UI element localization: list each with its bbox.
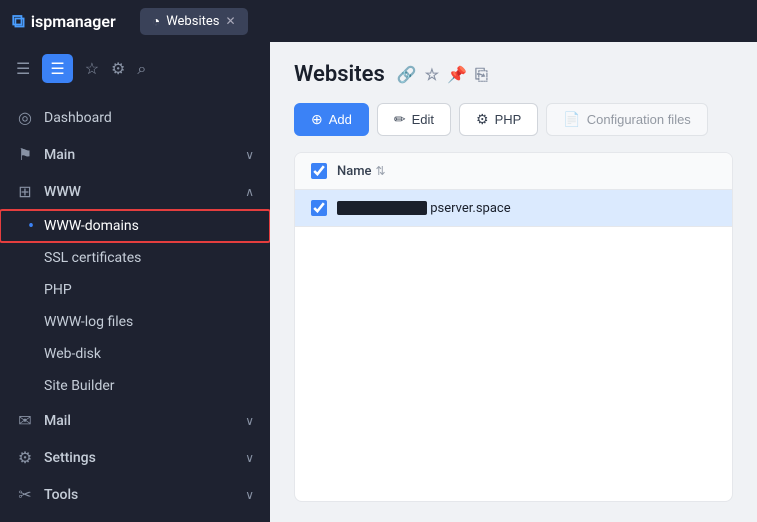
tab-icon: ◔ [152, 13, 160, 30]
link-icon[interactable]: 🔗 [397, 65, 417, 84]
hamburger-icon[interactable]: ☰ [16, 59, 30, 78]
sidebar-item-statistics[interactable]: 📊 Statistics ∨ [0, 513, 270, 522]
sidebar-item-main[interactable]: ⚑ Main ∨ [0, 136, 270, 173]
sidebar-item-label: Tools [44, 487, 235, 503]
dashboard-icon: ◎ [16, 108, 34, 127]
redacted-block [337, 201, 427, 215]
pin-icon[interactable]: 📌 [447, 65, 467, 84]
tab-label: Websites [166, 14, 219, 29]
main-icon: ⚑ [16, 145, 34, 164]
table-container: Name ⇅ pserver.space [294, 152, 733, 502]
table-header: Name ⇅ [295, 153, 732, 190]
sidebar-item-www-domains[interactable]: WWW-domains [0, 210, 270, 242]
row-checkbox[interactable] [311, 200, 327, 216]
page-title: Websites 🔗 ☆ 📌 ⎘ [294, 62, 733, 87]
sidebar-item-label: WWW-log files [44, 314, 133, 330]
chevron-down-icon: ∨ [245, 414, 254, 428]
tab-close-icon[interactable]: ✕ [225, 14, 235, 28]
tools-icon: ✂ [16, 485, 34, 504]
edit-label: Edit [412, 112, 434, 127]
sidebar-item-label: PHP [44, 282, 72, 298]
sidebar-item-tools[interactable]: ✂ Tools ∨ [0, 476, 270, 513]
export-icon[interactable]: ⎘ [475, 65, 488, 85]
table-row[interactable]: pserver.space [295, 190, 732, 227]
sidebar-item-label: Site Builder [44, 378, 115, 394]
tab-bar: ◔ Websites ✕ [140, 8, 248, 35]
sidebar-top-icons: ☰ ☰ ☆ ⚙ ⌕ [0, 42, 270, 95]
sidebar-item-www-log-files[interactable]: WWW-log files [0, 306, 270, 338]
main-content: Websites 🔗 ☆ 📌 ⎘ ⊕ Add ✏ Edit ⚙ PHP [270, 42, 757, 522]
php-label: PHP [495, 112, 522, 127]
mail-icon: ✉ [16, 411, 34, 430]
config-label: Configuration files [587, 112, 691, 127]
users-icon[interactable]: ⚙ [111, 59, 125, 78]
sidebar-item-ssl-certificates[interactable]: SSL certificates [0, 242, 270, 274]
toolbar: ⊕ Add ✏ Edit ⚙ PHP 📄 Configuration files [294, 103, 733, 136]
chevron-down-icon: ∨ [245, 451, 254, 465]
edit-icon: ✏ [394, 111, 406, 128]
chevron-up-icon: ∧ [245, 185, 254, 199]
sidebar-nav: ◎ Dashboard ⚑ Main ∨ ⊞ WWW ∧ WWW-domains [0, 95, 270, 522]
www-sub-items: WWW-domains SSL certificates PHP WWW-log… [0, 210, 270, 402]
select-all-checkbox[interactable] [311, 163, 327, 179]
logo-icon: ⧉ [12, 11, 25, 32]
config-files-button[interactable]: 📄 Configuration files [546, 103, 708, 136]
sidebar-item-label: SSL certificates [44, 250, 141, 266]
domain-name: pserver.space [430, 201, 510, 216]
logo-text: ispmanager [31, 12, 116, 31]
sidebar-item-settings[interactable]: ⚙ Settings ∨ [0, 439, 270, 476]
add-label: Add [329, 112, 352, 127]
plus-icon: ⊕ [311, 111, 323, 128]
sidebar-item-web-disk[interactable]: Web-disk [0, 338, 270, 370]
sidebar-item-label: WWW [44, 184, 235, 200]
php-icon: ⚙ [476, 111, 489, 128]
sidebar-item-www[interactable]: ⊞ WWW ∧ [0, 173, 270, 210]
sidebar-item-label: WWW-domains [44, 218, 139, 234]
sort-icon[interactable]: ⇅ [376, 164, 386, 178]
logo: ⧉ ispmanager [12, 11, 116, 32]
column-name-header: Name ⇅ [337, 164, 386, 179]
sidebar-item-label: Settings [44, 450, 235, 466]
config-icon: 📄 [563, 111, 580, 128]
topbar: ⧉ ispmanager ◔ Websites ✕ [0, 0, 757, 42]
edit-button[interactable]: ✏ Edit [377, 103, 451, 136]
tab-websites[interactable]: ◔ Websites ✕ [140, 8, 248, 35]
sidebar-item-site-builder[interactable]: Site Builder [0, 370, 270, 402]
sidebar-item-label: Dashboard [44, 110, 254, 126]
row-name: pserver.space [337, 201, 511, 216]
www-icon: ⊞ [16, 182, 34, 201]
add-button[interactable]: ⊕ Add [294, 103, 369, 136]
chevron-down-icon: ∨ [245, 148, 254, 162]
list-view-icon[interactable]: ☰ [42, 54, 72, 83]
sidebar-item-mail[interactable]: ✉ Mail ∨ [0, 402, 270, 439]
search-icon[interactable]: ⌕ [137, 59, 146, 79]
page-title-text: Websites [294, 62, 385, 87]
star-icon[interactable]: ☆ [85, 59, 99, 78]
star-title-icon[interactable]: ☆ [425, 65, 439, 84]
sidebar-item-label: Web-disk [44, 346, 101, 362]
main-layout: ☰ ☰ ☆ ⚙ ⌕ ◎ Dashboard ⚑ Main ∨ ⊞ WWW ∧ [0, 42, 757, 522]
column-name-label: Name [337, 164, 372, 179]
sidebar-item-dashboard[interactable]: ◎ Dashboard [0, 99, 270, 136]
sidebar-item-label: Main [44, 147, 235, 163]
sidebar-item-php[interactable]: PHP [0, 274, 270, 306]
chevron-down-icon: ∨ [245, 488, 254, 502]
sidebar: ☰ ☰ ☆ ⚙ ⌕ ◎ Dashboard ⚑ Main ∨ ⊞ WWW ∧ [0, 42, 270, 522]
page-title-icons: 🔗 ☆ 📌 ⎘ [397, 65, 488, 85]
php-button[interactable]: ⚙ PHP [459, 103, 538, 136]
settings-icon: ⚙ [16, 448, 34, 467]
sidebar-item-label: Mail [44, 413, 235, 429]
